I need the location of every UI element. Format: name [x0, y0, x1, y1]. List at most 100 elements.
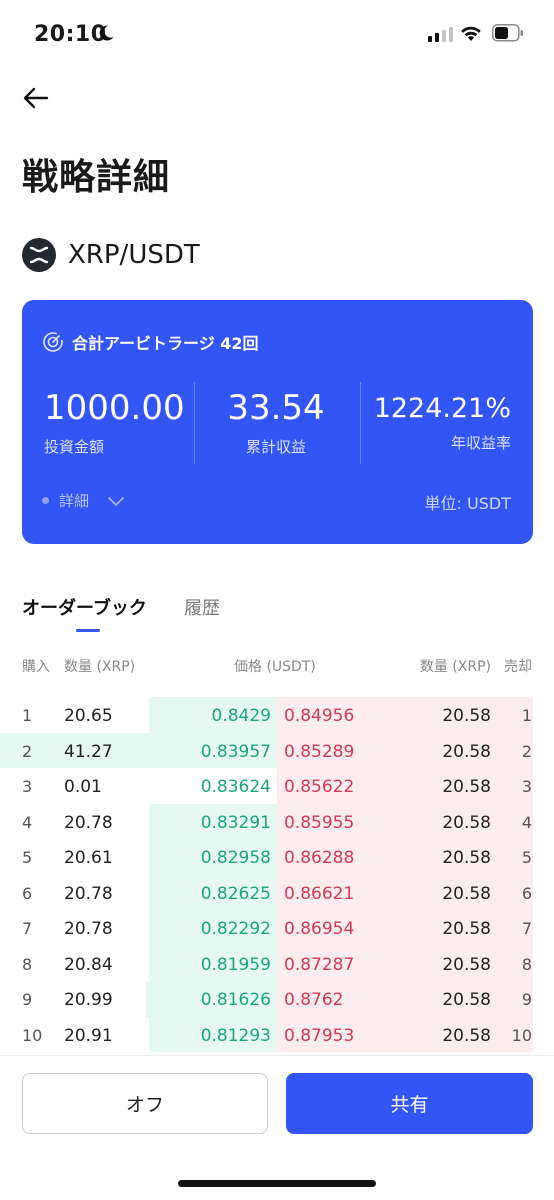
status-bar: 20:10 — [0, 0, 554, 70]
bid-quantity: 20.91 — [64, 1025, 113, 1046]
home-indicator — [178, 1180, 376, 1187]
ask-price: 0.8762 — [284, 990, 344, 1010]
ask-row-index: 4 — [521, 812, 532, 832]
ask-quantity: 20.58 — [442, 848, 491, 868]
orderbook-header: 購入 数量 (XRP) 価格 (USDT) 数量 (XRP) 売却 — [0, 656, 554, 678]
tab-indicator — [76, 629, 100, 632]
ask-quantity: 20.58 — [442, 954, 491, 975]
header-buy: 購入 — [22, 659, 50, 675]
bid-quantity: 0.01 — [64, 777, 102, 797]
ask-quantity: 20.58 — [442, 1025, 491, 1046]
bid-price: 0.82292 — [200, 919, 271, 939]
moon-icon — [99, 25, 114, 41]
investment-label: 投資金額 — [44, 438, 105, 456]
summary-card: 合計アービトラージ 42回 1000.00 投資金額 33.54 累計収益 12… — [22, 300, 533, 544]
bid-price: 0.83957 — [200, 741, 271, 762]
row-index: 10 — [22, 1025, 43, 1045]
row-index: 3 — [22, 777, 33, 796]
row-index: 4 — [22, 812, 33, 832]
apy-stat: 1224.21% 年収益率 — [374, 388, 511, 453]
detail-toggle[interactable]: 詳細 — [42, 490, 125, 511]
ask-row-index: 2 — [521, 741, 532, 761]
row-index: 1 — [22, 706, 33, 725]
ask-quantity: 20.58 — [442, 812, 491, 833]
ask-row-index: 8 — [521, 954, 532, 974]
card-headline: 合計アービトラージ 42回 — [42, 330, 259, 354]
profit-value: 33.54 — [227, 388, 325, 428]
tab-orderbook[interactable]: オーダーブック — [22, 594, 147, 620]
bid-quantity: 20.78 — [64, 919, 113, 939]
share-button[interactable]: 共有 — [286, 1073, 533, 1134]
bid-quantity: 20.78 — [64, 812, 113, 833]
cellular-signal-icon — [428, 27, 453, 42]
back-button[interactable] — [20, 82, 52, 114]
orderbook-list[interactable]: 1 20.65 0.8429 0.84956 20.58 1 2 41.27 0.83957 0.… — [0, 697, 554, 1053]
orderbook-row: 1 20.65 0.8429 0.84956 20.58 1 — [0, 697, 554, 733]
bid-price: 0.81293 — [200, 1025, 271, 1046]
bid-price: 0.8429 — [211, 706, 271, 726]
tab-history[interactable]: 履歴 — [184, 594, 220, 620]
investment-value: 1000.00 — [44, 388, 185, 428]
orderbook-row: 9 20.99 0.81626 0.8762 20.58 9 — [0, 981, 554, 1017]
orderbook-row: 3 0.01 0.83624 0.85622 20.58 3 — [0, 768, 554, 804]
page-title: 戦略詳細 — [22, 157, 171, 198]
bid-quantity: 20.65 — [64, 706, 113, 726]
chevron-down-icon — [108, 496, 124, 506]
arbitrage-count-text: 合計アービトラージ 42回 — [72, 334, 259, 353]
divider — [194, 382, 195, 464]
ask-row-index: 9 — [521, 990, 532, 1009]
row-index: 6 — [22, 883, 33, 903]
orderbook-row: 2 41.27 0.83957 0.85289 20.58 2 — [0, 732, 554, 768]
ask-row-index: 1 — [521, 706, 532, 725]
orderbook-row: 8 20.84 0.81959 0.87287 20.58 8 — [0, 945, 554, 981]
orderbook-row: 5 20.61 0.82958 0.86288 20.58 5 — [0, 839, 554, 875]
ask-quantity: 20.58 — [442, 741, 491, 762]
bid-price: 0.83624 — [200, 777, 271, 797]
profit-stat: 33.54 累計収益 — [196, 388, 356, 457]
ask-quantity: 20.58 — [442, 883, 491, 904]
ask-row-index: 3 — [521, 777, 532, 796]
bid-quantity: 41.27 — [64, 741, 113, 762]
bid-quantity: 20.84 — [64, 954, 113, 975]
orderbook-row: 4 20.78 0.83291 0.85955 20.58 4 — [0, 803, 554, 839]
target-icon — [43, 332, 63, 352]
apy-label: 年収益率 — [450, 434, 511, 452]
pair-name: XRP/USDT — [68, 240, 200, 270]
ask-price: 0.85289 — [284, 741, 355, 762]
apy-value: 1224.21% — [373, 393, 511, 424]
header-buy-qty: 数量 (XRP) — [64, 659, 136, 675]
row-index: 5 — [22, 848, 33, 867]
detail-label: 詳細 — [59, 492, 90, 510]
bid-price: 0.83291 — [200, 812, 271, 833]
ask-quantity: 20.58 — [442, 919, 491, 939]
divider — [360, 382, 361, 464]
row-index: 9 — [22, 990, 33, 1009]
status-time: 20:10 — [34, 22, 107, 47]
bid-quantity: 20.78 — [64, 883, 113, 904]
bid-quantity: 20.61 — [64, 848, 113, 868]
ask-price: 0.86954 — [284, 919, 355, 939]
unit-label: 単位: USDT — [424, 494, 511, 513]
ask-row-index: 10 — [511, 1025, 532, 1045]
divider — [0, 1055, 554, 1056]
ask-price: 0.85955 — [284, 812, 355, 833]
xrp-logo-icon — [22, 238, 56, 272]
trading-pair: XRP/USDT — [22, 236, 200, 274]
ask-quantity: 20.58 — [442, 990, 491, 1010]
battery-icon — [492, 24, 523, 42]
orderbook-row: 10 20.91 0.81293 0.87953 20.58 10 — [0, 1016, 554, 1052]
row-index: 7 — [22, 919, 33, 938]
ask-price: 0.87953 — [284, 1025, 355, 1046]
bid-price: 0.81959 — [200, 954, 271, 975]
off-button[interactable]: オフ — [22, 1073, 268, 1134]
bid-price: 0.82625 — [200, 883, 271, 904]
header-sell-qty: 数量 (XRP) — [419, 659, 491, 675]
profit-label: 累計収益 — [245, 438, 306, 456]
bid-price: 0.82958 — [200, 848, 271, 868]
header-price: 価格 (USDT) — [234, 659, 316, 675]
investment-stat: 1000.00 投資金額 — [44, 388, 185, 457]
ask-quantity: 20.58 — [442, 777, 491, 797]
row-index: 2 — [22, 741, 33, 761]
ask-row-index: 7 — [521, 919, 532, 938]
wifi-icon — [461, 26, 481, 41]
